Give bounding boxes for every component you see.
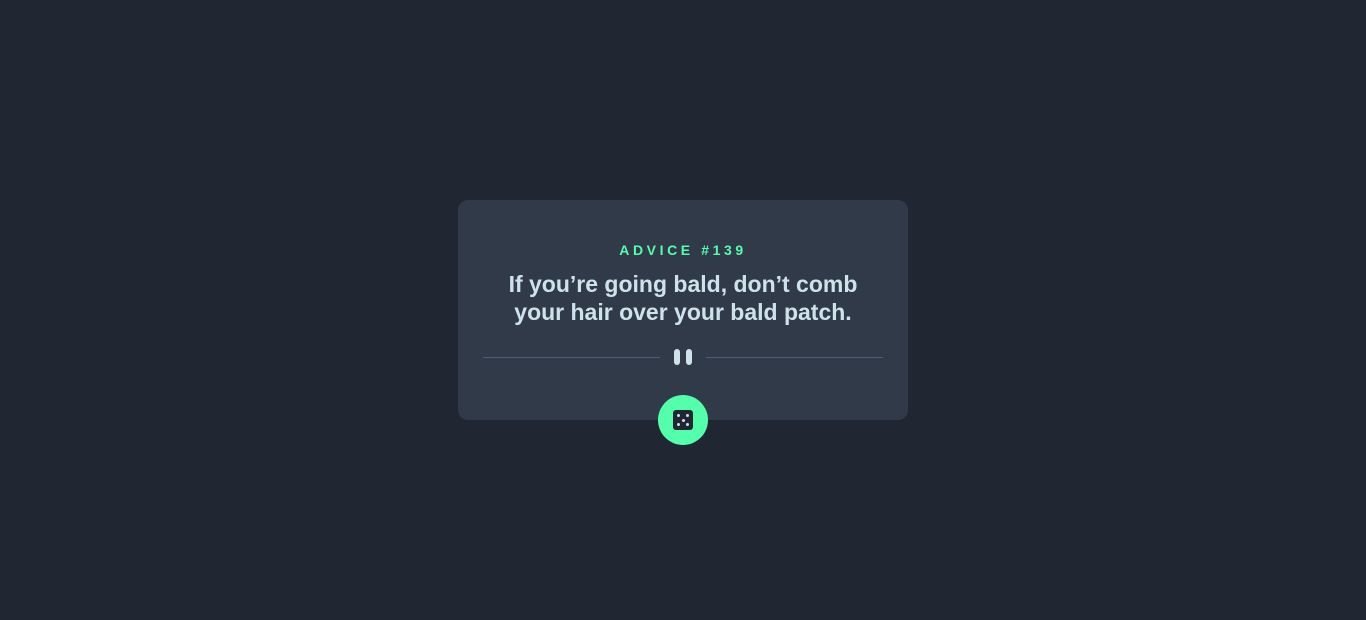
advice-id: ADVICE #139	[619, 242, 747, 258]
divider-line-left	[483, 357, 660, 358]
page: ADVICE #139 If you’re going bald, don’t …	[0, 0, 1366, 620]
divider	[483, 349, 883, 367]
divider-line-right	[706, 357, 883, 358]
advice-card: ADVICE #139 If you’re going bald, don’t …	[458, 200, 908, 420]
dice-icon	[673, 410, 693, 430]
pause-icon	[673, 349, 693, 365]
generate-advice-button[interactable]	[658, 395, 708, 445]
advice-text: If you’re going bald, don’t comb your ha…	[508, 271, 858, 325]
